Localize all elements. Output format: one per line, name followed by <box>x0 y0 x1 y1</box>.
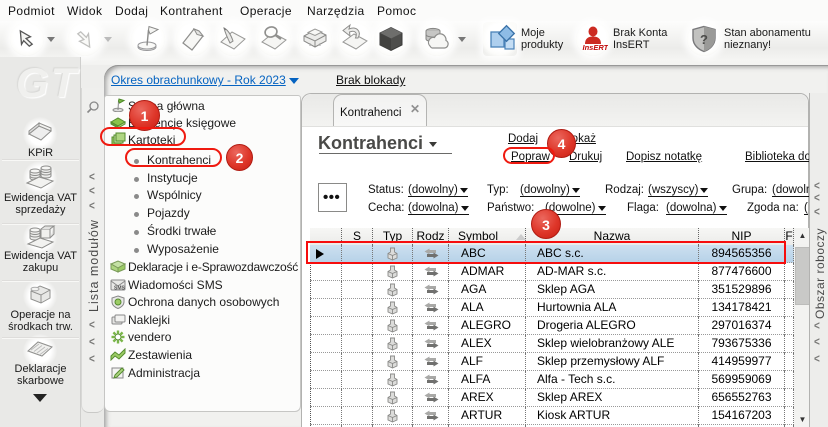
svg-text:?: ? <box>700 32 708 47</box>
svg-text:InsERT: InsERT <box>583 43 609 52</box>
svg-text:SMS: SMS <box>114 286 126 292</box>
